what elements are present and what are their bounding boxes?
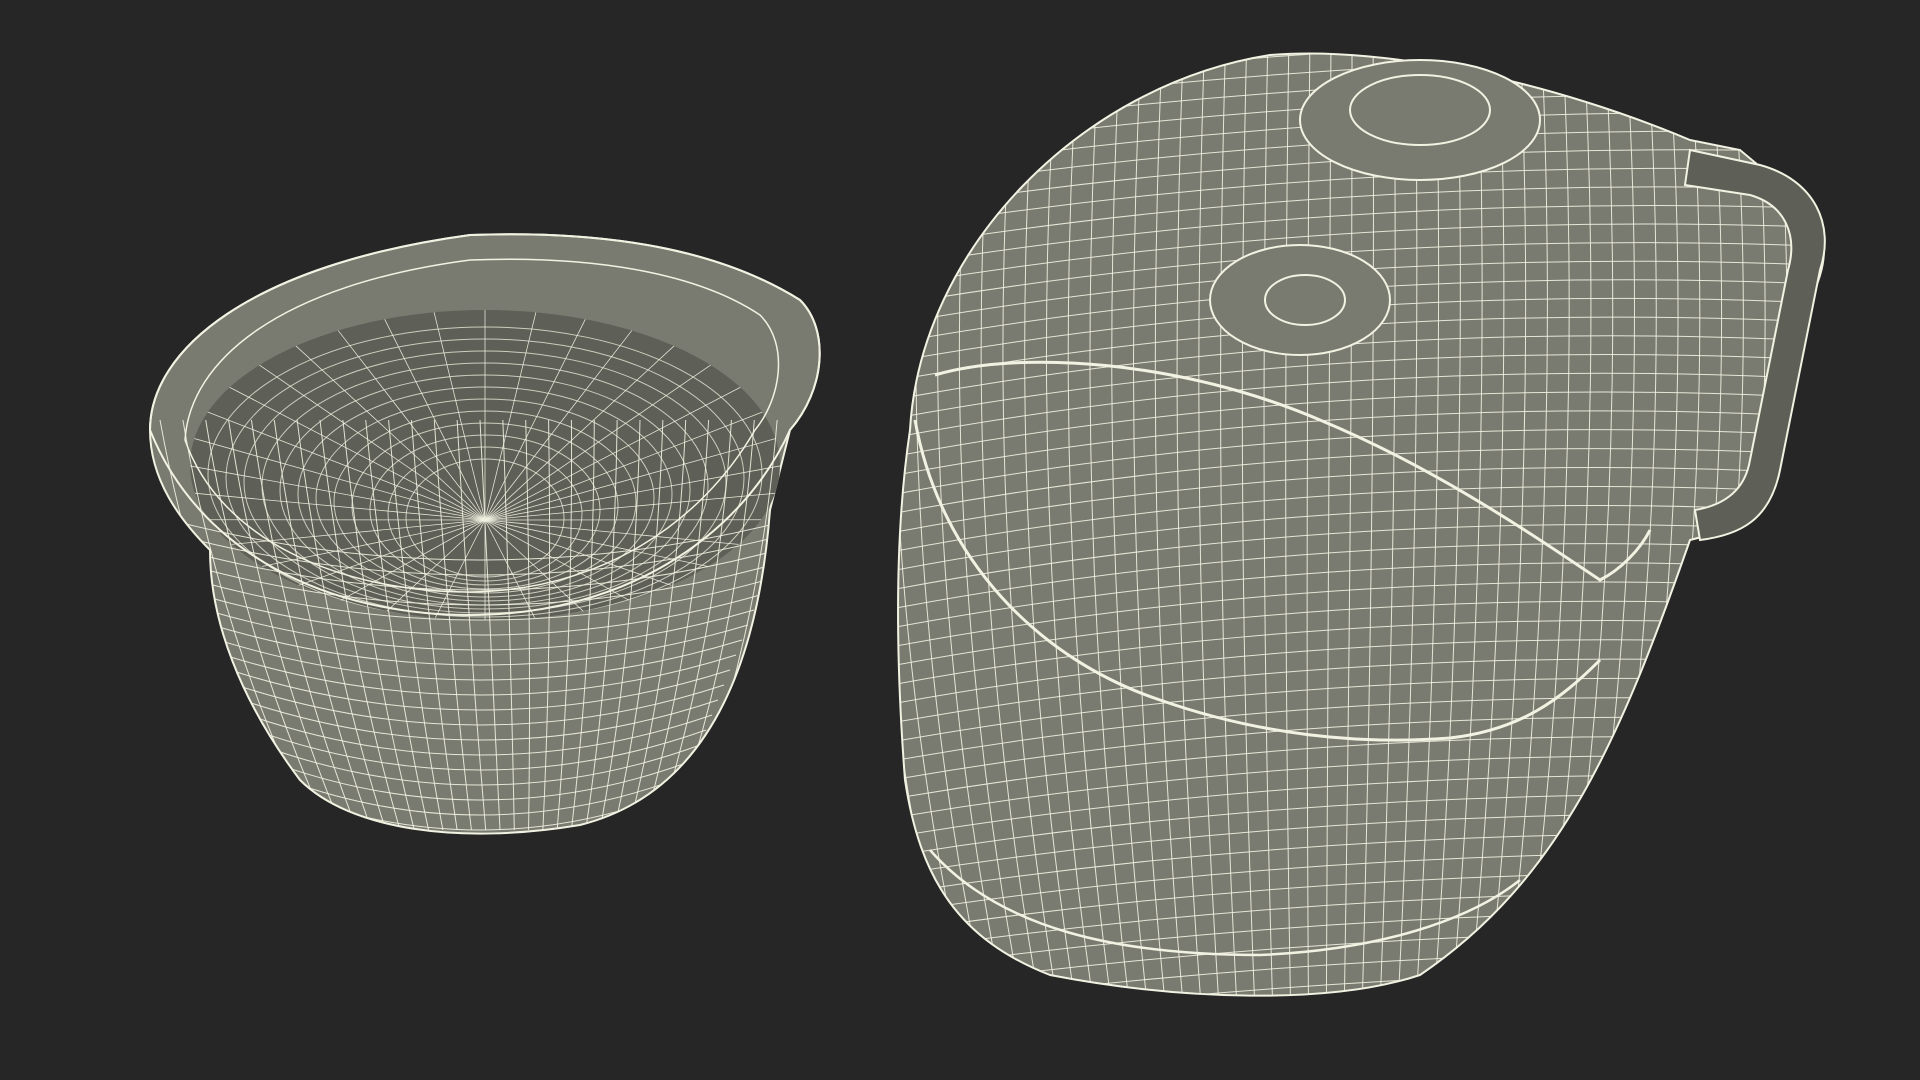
rice-cooker-body: [897, 52, 1826, 997]
inner-pot: [148, 233, 821, 835]
cooker-latitude-line: [898, 987, 1824, 996]
scene-canvas: [148, 52, 1826, 997]
render-viewport: [0, 0, 1920, 1080]
steam-vent-cap: [1349, 74, 1491, 146]
lid-button-center: [1264, 274, 1346, 326]
cooker-latitude-line: [898, 53, 1824, 61]
